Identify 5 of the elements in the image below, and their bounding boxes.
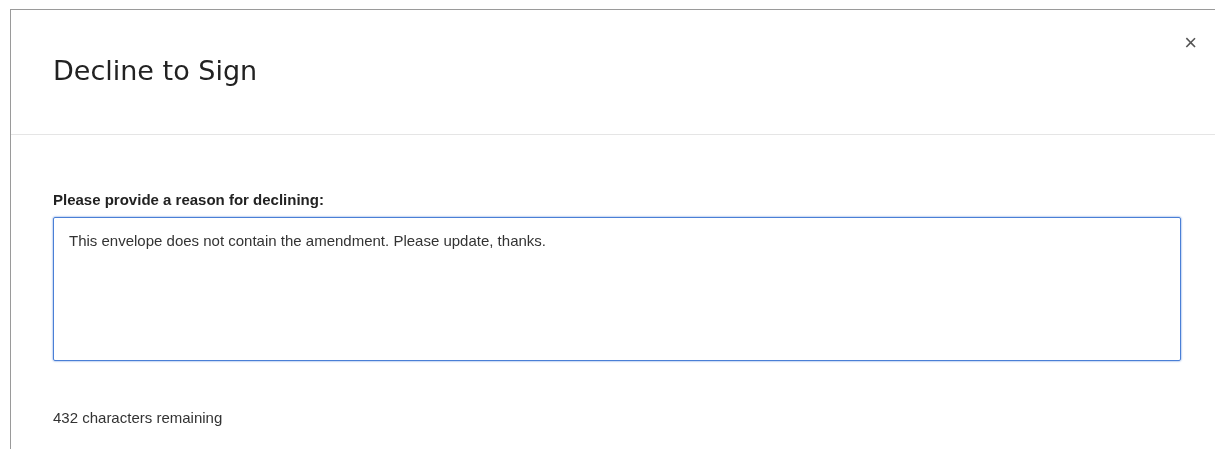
field-label: Please provide a reason for declining: — [53, 192, 325, 207]
reason-field[interactable]: This envelope does not contain the amendment. Please update, thanks. — [53, 217, 1181, 361]
characters-remaining: 432 characters remaining — [53, 410, 224, 425]
dialog-title: Decline to Sign — [53, 57, 258, 84]
close-button[interactable]: × — [1180, 32, 1201, 54]
